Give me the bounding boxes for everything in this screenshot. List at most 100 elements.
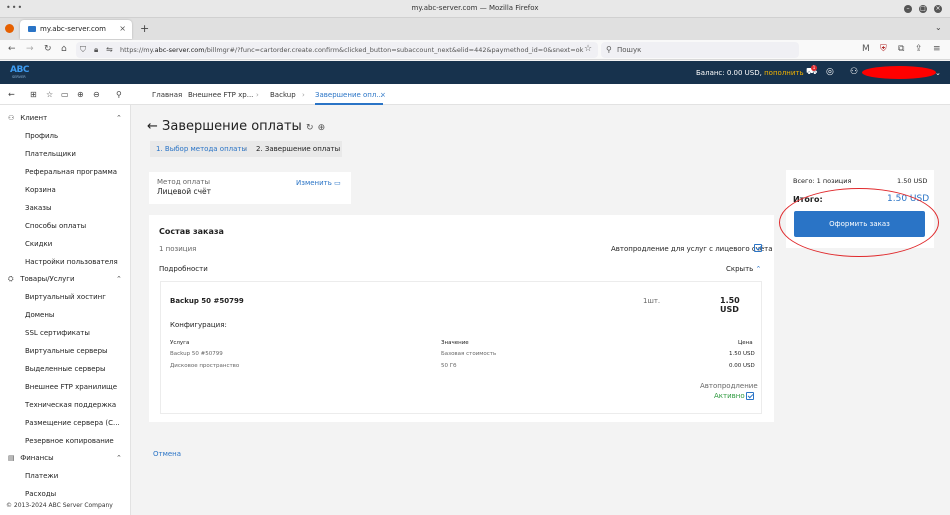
minus-circle-icon[interactable]: ⊖ [93, 90, 100, 99]
sidebar-item-payment-methods[interactable]: Способы оплаты [25, 222, 86, 230]
tab-title: my.abc-server.com [40, 25, 106, 33]
page-title: ← Завершение оплаты ↻ ⊕ [147, 119, 326, 134]
config-col-service: Услуга [170, 340, 190, 346]
autorenew-checkbox[interactable] [754, 244, 762, 252]
box-icon: ⛭ [8, 275, 14, 283]
redacted-username[interactable] [862, 66, 936, 79]
sidebar-item-dedicated[interactable]: Выделенные серверы [25, 365, 105, 373]
browser-navbar: ← → ↻ ⌂ ⛉ 🔒︎ ⇋ https://my.abc-server.com… [0, 40, 950, 60]
refresh-icon[interactable]: ↻ [306, 123, 314, 133]
sidebar-item-cart[interactable]: Корзина [25, 186, 56, 194]
tab-payment-completion[interactable]: Завершение опл... [315, 91, 384, 105]
chevron-up-icon: ⌃ [116, 454, 122, 462]
sidebar-item-tech-support[interactable]: Техническая поддержка [25, 401, 116, 409]
sidebar: ⚇ Клиент ⌃ Профиль Плательщики Реферальна… [0, 105, 131, 515]
shield-icon[interactable]: ⛉ [80, 45, 86, 55]
window-titlebar: ••• my.abc-server.com — Mozilla Firefox … [0, 0, 950, 18]
back-arrow-icon[interactable]: ⇜ [8, 90, 15, 99]
user-icon[interactable]: ⚇ [850, 67, 858, 77]
extensions-puzzle-icon[interactable]: ⧉ [898, 44, 904, 54]
search-icon[interactable]: ⚲ [116, 90, 122, 99]
gmail-icon[interactable]: M [862, 44, 870, 54]
maximize-icon[interactable]: □ [919, 5, 927, 13]
extension-icon[interactable]: ⛨ [880, 44, 887, 54]
tab-home[interactable]: Главная [152, 91, 182, 99]
summary-positions-price: 1.50 USD [897, 177, 928, 185]
close-window-icon[interactable]: × [934, 5, 942, 13]
change-payment-link[interactable]: Изменить ▭ [296, 179, 341, 187]
user-menu-chevron-icon[interactable]: ⌄ [935, 69, 941, 77]
sidebar-group-client[interactable]: ⚇ Клиент ⌃ [8, 114, 122, 122]
user-icon: ⚇ [8, 114, 15, 122]
step-1[interactable]: 1. Выбор метода оплаты [156, 145, 247, 153]
details-label: Подробности [159, 265, 208, 273]
sidebar-item-virtual-hosting[interactable]: Виртуальный хостинг [25, 293, 106, 301]
steps-breadcrumb: 1. Выбор метода оплаты › 2. Завершение о… [150, 141, 342, 157]
config-row-service: Дисковое пространство [170, 363, 240, 369]
step-separator: › [244, 145, 247, 153]
favorite-star-icon[interactable]: ☆ [46, 90, 53, 99]
permissions-icon[interactable]: ⇋ [106, 45, 113, 54]
sitemap-icon[interactable]: ⊞ [30, 90, 37, 99]
tab-ftp-storage[interactable]: Внешнее FTP хр... [188, 91, 253, 99]
list-tabs-icon[interactable]: ⌄ [935, 23, 942, 32]
sidebar-item-backup[interactable]: Резервное копирование [25, 437, 114, 445]
chevron-up-icon: ⌃ [755, 265, 762, 273]
close-tab-icon[interactable]: × [119, 24, 126, 33]
shop-icon[interactable]: ▭ [61, 90, 69, 99]
cart-count-badge: 1 [811, 65, 817, 71]
share-icon[interactable]: ⇪ [915, 44, 923, 54]
sidebar-item-profile[interactable]: Профиль [25, 132, 58, 140]
sidebar-item-discounts[interactable]: Скидки [25, 240, 52, 248]
url-text: https://my.abc-server.com/billmgr#/?func… [120, 46, 584, 54]
minimize-icon[interactable]: – [904, 5, 912, 13]
back-arrow-icon[interactable]: ← [147, 119, 158, 134]
close-tab-icon[interactable]: × [380, 91, 386, 99]
sidebar-item-referral[interactable]: Реферальная программа [25, 168, 117, 176]
sidebar-item-user-settings[interactable]: Настройки пользователя [25, 258, 118, 266]
config-col-price: Цена [738, 340, 753, 346]
globe-icon[interactable]: ⊕ [318, 123, 326, 133]
item-quantity: 1шт. [643, 297, 661, 305]
support-icon[interactable]: ◎ [826, 67, 834, 77]
url-bar[interactable]: ⛉ 🔒︎ ⇋ https://my.abc-server.com/billmgr… [76, 42, 598, 58]
search-bar[interactable]: ⚲ Пошук [601, 42, 799, 58]
hide-details-toggle[interactable]: Скрыть ⌃ [726, 265, 761, 273]
item-autorenew-checkbox[interactable] [746, 392, 754, 400]
browser-tab[interactable]: my.abc-server.com × [20, 20, 132, 39]
new-tab-icon[interactable]: + [140, 22, 149, 35]
sidebar-item-payments[interactable]: Платежи [25, 472, 58, 480]
sidebar-item-domains[interactable]: Домены [25, 311, 54, 319]
forward-icon[interactable]: → [26, 44, 34, 54]
sidebar-item-colocation[interactable]: Размещение сервера (С... [25, 419, 120, 427]
sidebar-item-ftp-storage[interactable]: Внешнее FTP хранилище [25, 383, 117, 391]
sidebar-item-expenses[interactable]: Расходы [25, 490, 56, 498]
config-row-service: Backup 50 #50799 [170, 351, 223, 357]
sidebar-group-finance[interactable]: ▤ Финансы ⌃ [8, 454, 122, 462]
tab-backup[interactable]: Backup [270, 91, 296, 99]
back-icon[interactable]: ← [8, 44, 16, 54]
config-row-price: 1.50 USD [729, 351, 755, 357]
company-logo[interactable]: ABC SERVER [10, 65, 42, 80]
sidebar-item-ssl[interactable]: SSL сертификаты [25, 329, 90, 337]
order-count: 1 позиция [159, 245, 197, 253]
home-icon[interactable]: ⌂ [61, 44, 67, 54]
order-title: Состав заказа [159, 227, 224, 236]
config-col-value: Значение [441, 340, 469, 346]
reload-icon[interactable]: ↻ [44, 44, 52, 54]
summary-positions: Всего: 1 позиция [793, 177, 852, 185]
lock-icon[interactable]: 🔒︎ [94, 45, 98, 55]
app-menu-icon[interactable]: ≡ [933, 44, 941, 54]
site-favicon-icon [28, 26, 36, 32]
sidebar-group-products[interactable]: ⛭ Товары/Услуги ⌃ [8, 275, 122, 284]
bookmark-star-icon[interactable]: ☆ [584, 44, 592, 54]
sidebar-item-orders[interactable]: Заказы [25, 204, 52, 212]
finance-icon: ▤ [8, 454, 15, 462]
payment-method-card: Метод оплаты Лицевой счёт Изменить ▭ [149, 172, 351, 204]
sidebar-item-payers[interactable]: Плательщики [25, 150, 76, 158]
cancel-link[interactable]: Отмена [153, 450, 181, 458]
sidebar-item-vps[interactable]: Виртуальные серверы [25, 347, 108, 355]
topup-link[interactable]: пополнить [764, 69, 804, 77]
search-placeholder: Пошук [617, 46, 642, 54]
add-circle-icon[interactable]: ⊕ [77, 90, 84, 99]
